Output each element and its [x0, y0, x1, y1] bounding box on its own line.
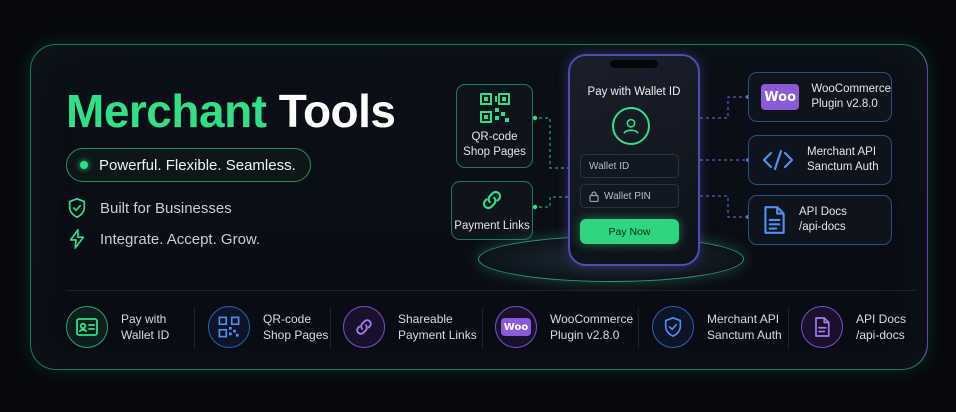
bottom-label-line2: Wallet ID	[121, 328, 170, 342]
bottom-feature-api-docs[interactable]: API Docs /api-docs	[801, 306, 906, 348]
wallet-id-card-icon	[66, 306, 108, 348]
card-label-line2: /api-docs	[799, 221, 846, 233]
lightning-icon	[69, 229, 85, 249]
bottom-feature-woocommerce[interactable]: Woo WooCommerce Plugin v2.8.0	[495, 306, 633, 348]
card-label-line2: Shop Pages	[463, 146, 526, 158]
qr-code-icon	[479, 93, 510, 123]
bottom-label-line2: Sanctum Auth	[707, 328, 782, 342]
wallet-id-input[interactable]: Wallet ID	[580, 154, 679, 178]
bottom-feature-shareable-links[interactable]: Shareable Payment Links	[343, 306, 477, 348]
wallet-id-placeholder: Wallet ID	[589, 160, 630, 172]
card-payment-links[interactable]: Payment Links	[451, 181, 533, 240]
feature-built-for-businesses: Built for Businesses	[66, 197, 232, 219]
lock-icon	[589, 190, 599, 202]
bottom-label-line2: Payment Links	[398, 328, 477, 342]
bottom-label-line1: Shareable	[398, 312, 453, 326]
separator	[330, 308, 331, 348]
page-title: Merchant Tools	[66, 84, 396, 138]
card-merchant-api[interactable]: Merchant API Sanctum Auth	[748, 135, 892, 185]
woo-logo-text: Woo	[501, 318, 531, 336]
separator	[482, 308, 483, 348]
card-label-line1: Merchant API	[807, 146, 877, 158]
bottom-label-line1: Pay with	[121, 312, 167, 326]
bottom-feature-qr-shop-pages[interactable]: QR-code Shop Pages	[208, 306, 328, 348]
feature-label: Built for Businesses	[100, 199, 232, 217]
shield-check-icon	[68, 198, 86, 218]
woo-logo-icon: Woo	[495, 306, 537, 348]
card-label-line1: WooCommerce	[811, 83, 891, 95]
bottom-feature-pay-wallet-id[interactable]: Pay with Wallet ID	[66, 306, 169, 348]
bottom-label-line2: Plugin v2.8.0	[550, 328, 620, 342]
link-icon	[482, 190, 502, 210]
tagline-text: Powerful. Flexible. Seamless.	[99, 156, 296, 174]
bottom-label-line1: Merchant API	[707, 312, 780, 326]
card-woocommerce-plugin[interactable]: Woo WooCommerce Plugin v2.8.0	[748, 72, 892, 122]
divider	[66, 290, 916, 291]
shield-check-icon	[652, 306, 694, 348]
code-icon	[762, 149, 794, 171]
phone-title: Pay with Wallet ID	[587, 86, 681, 98]
bottom-label-line1: WooCommerce	[550, 312, 634, 326]
card-api-docs[interactable]: API Docs /api-docs	[748, 195, 892, 245]
wallet-pin-placeholder: Wallet PIN	[604, 190, 651, 202]
card-label-line2: Sanctum Auth	[807, 161, 879, 173]
title-accent: Merchant	[66, 85, 267, 137]
title-rest: Tools	[278, 85, 396, 137]
document-icon	[801, 306, 843, 348]
wallet-pin-input[interactable]: Wallet PIN	[580, 184, 679, 208]
card-qr-shop-pages[interactable]: QR-code Shop Pages	[456, 84, 533, 168]
pay-now-button[interactable]: Pay Now	[580, 219, 679, 244]
woo-logo-icon: Woo	[761, 84, 800, 110]
tagline-badge: Powerful. Flexible. Seamless.	[66, 148, 311, 182]
card-label-line1: QR-code	[471, 131, 518, 143]
link-icon	[343, 306, 385, 348]
document-icon	[764, 206, 785, 234]
card-label-line1: API Docs	[799, 206, 847, 218]
card-label-line2: Plugin v2.8.0	[811, 98, 878, 110]
separator	[194, 308, 195, 348]
bottom-label-line2: /api-docs	[856, 328, 905, 342]
qr-code-icon	[208, 306, 250, 348]
user-icon	[612, 107, 650, 145]
bottom-label-line1: QR-code	[263, 312, 312, 326]
feature-integrate: Integrate. Accept. Grow.	[66, 228, 260, 250]
bottom-label-line1: API Docs	[856, 312, 907, 326]
phone-notch	[610, 60, 658, 68]
separator	[638, 308, 639, 348]
feature-label: Integrate. Accept. Grow.	[100, 230, 261, 248]
bottom-feature-merchant-api[interactable]: Merchant API Sanctum Auth	[652, 306, 782, 348]
card-label: Payment Links	[454, 220, 530, 232]
separator	[788, 308, 789, 348]
bottom-label-line2: Shop Pages	[263, 328, 329, 342]
